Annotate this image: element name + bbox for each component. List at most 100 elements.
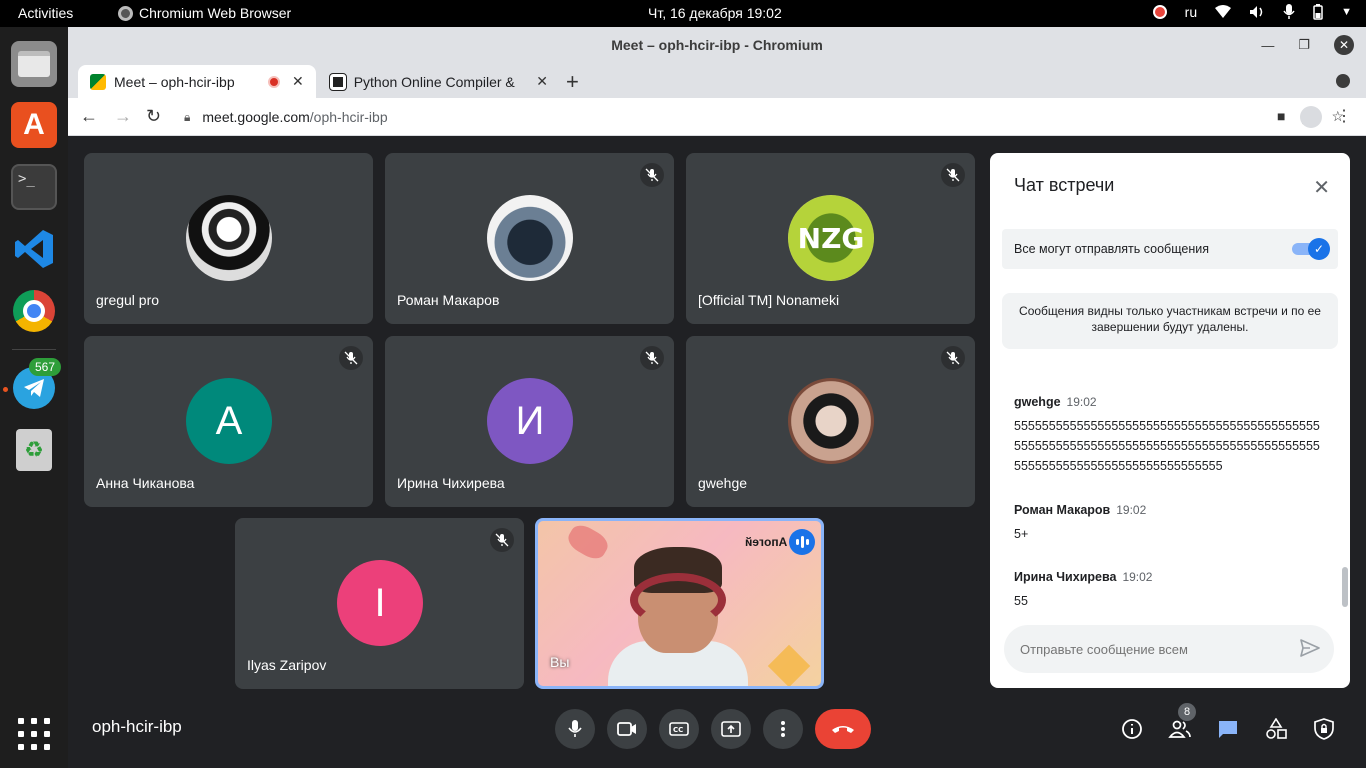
battery-icon: [1313, 4, 1323, 20]
self-video-tile[interactable]: Апогей Вы: [535, 518, 824, 689]
forward-icon[interactable]: →: [114, 106, 132, 127]
window-title: Meet – oph-hcir-ibp - Chromium: [611, 37, 823, 53]
participant-name: [Official TM] Nonameki: [698, 292, 840, 308]
message-author: Ирина Чихирева: [1014, 570, 1117, 584]
participant-tile[interactable]: gregul pro: [84, 153, 373, 324]
minimize-button[interactable]: —: [1261, 38, 1274, 53]
info-icon: [1122, 719, 1142, 739]
message-text: 5+: [1014, 527, 1029, 541]
chromium-icon: [118, 5, 133, 21]
browser-toolbar: ← → ↻ 🔒︎ meet.google.com /oph-hcir-ibp ■…: [68, 98, 1366, 136]
show-applications-icon[interactable]: [18, 718, 50, 750]
chat-button[interactable]: [1214, 715, 1242, 743]
chromium-dock-icon[interactable]: [11, 288, 57, 334]
self-label: Вы: [550, 654, 570, 670]
maximize-button[interactable]: ❐: [1298, 37, 1310, 53]
participants-button[interactable]: 8: [1166, 703, 1196, 743]
chat-message: Ирина Чихирева 19:02 55: [1014, 568, 1326, 611]
chat-notice: Сообщения видны только участникам встреч…: [1002, 293, 1338, 349]
participant-avatar: И: [487, 378, 573, 464]
participant-tile[interactable]: И Ирина Чихирева: [385, 336, 674, 507]
more-options-button[interactable]: [763, 709, 803, 749]
participant-tile[interactable]: I Ilyas Zaripov: [235, 518, 524, 689]
profile-avatar[interactable]: [1300, 106, 1322, 128]
captions-button[interactable]: CC: [659, 709, 699, 749]
reload-icon[interactable]: ↻: [146, 106, 161, 127]
activities-button[interactable]: Activities: [18, 5, 73, 21]
back-icon[interactable]: ←: [80, 106, 98, 127]
participant-name: Ирина Чихирева: [397, 475, 505, 491]
participant-avatar: [788, 378, 874, 464]
chat-message: gwehge 19:02 5555555555555555555555555555…: [1014, 393, 1326, 476]
leave-call-button[interactable]: [815, 709, 871, 749]
language-indicator[interactable]: ru: [1185, 4, 1197, 20]
terminal-icon[interactable]: >_: [11, 164, 57, 210]
system-tray[interactable]: ru ▼: [1152, 4, 1352, 20]
present-screen-button[interactable]: [711, 709, 751, 749]
message-time: 19:02: [1122, 570, 1153, 584]
present-to-all-icon: [721, 721, 741, 737]
participant-name: gwehge: [698, 475, 748, 491]
participant-tile[interactable]: Роман Макаров: [385, 153, 674, 324]
tab-close-icon[interactable]: ✕: [536, 73, 548, 90]
videocam-icon: [617, 722, 636, 736]
tab-meet[interactable]: Meet – oph-hcir-ibp ✕: [78, 65, 316, 98]
check-icon: ✓: [1308, 238, 1330, 260]
svg-text:CC: CC: [673, 726, 683, 734]
url-host: meet.google.com: [202, 109, 310, 125]
message-text: 55: [1014, 594, 1028, 608]
chat-permission-toggle[interactable]: ✓: [1292, 238, 1330, 260]
trash-icon[interactable]: ♻: [11, 427, 57, 473]
app-menu[interactable]: Chromium Web Browser: [118, 5, 291, 21]
browser-menu-icon[interactable]: ⋮: [1336, 106, 1352, 126]
host-controls-button[interactable]: [1310, 715, 1338, 743]
participant-tile[interactable]: А Анна Чиканова: [84, 336, 373, 507]
chat-message-input[interactable]: [1020, 641, 1280, 657]
screen-record-icon[interactable]: [1152, 5, 1167, 19]
chat-title: Чат встречи: [1014, 175, 1115, 195]
participant-tile[interactable]: gwehge: [686, 336, 975, 507]
tab-python-compiler[interactable]: Python Online Compiler & ✕: [318, 65, 548, 98]
activities-button-meet[interactable]: [1262, 715, 1290, 743]
people-icon: [1168, 720, 1191, 738]
new-tab-button[interactable]: +: [566, 69, 579, 95]
lock-icon[interactable]: 🔒︎: [184, 110, 190, 125]
chat-panel: Чат встречи ✕ Все могут отправлять сообщ…: [990, 153, 1350, 688]
software-store-icon[interactable]: A: [11, 102, 57, 148]
url-path: /oph-hcir-ibp: [309, 109, 388, 125]
headphones: [630, 573, 726, 627]
address-bar[interactable]: 🔒︎ meet.google.com /oph-hcir-ibp ■ 文 ☆: [174, 102, 1348, 132]
chat-scrollbar[interactable]: [1342, 567, 1348, 607]
chat-input-box: [1004, 625, 1334, 673]
mic-off-icon: [941, 163, 965, 187]
message-text: 5555555555555555555555555555555555555555…: [1014, 419, 1320, 473]
vscode-icon[interactable]: [11, 226, 57, 272]
window-close-button[interactable]: ✕: [1334, 35, 1354, 55]
chat-permission-label: Все могут отправлять сообщения: [1014, 242, 1209, 256]
clock[interactable]: Чт, 16 декабря 19:02: [648, 5, 782, 21]
message-author: Роман Макаров: [1014, 503, 1111, 517]
meeting-info-button[interactable]: [1118, 715, 1146, 743]
participant-avatar: [487, 195, 573, 281]
meeting-code: oph-hcir-ibp: [92, 717, 182, 736]
tab-close-icon[interactable]: ✕: [292, 73, 304, 90]
volume-icon: [1250, 6, 1263, 18]
power-menu-icon[interactable]: ▼: [1341, 6, 1352, 18]
background-decoration: [767, 644, 811, 686]
microphone-button[interactable]: [555, 709, 595, 749]
send-icon[interactable]: [1300, 639, 1320, 662]
chat-message: Роман Макаров 19:02 5+: [1014, 501, 1326, 544]
participant-name: Ilyas Zaripov: [247, 657, 327, 673]
files-app-icon[interactable]: [11, 41, 57, 87]
close-chat-icon[interactable]: ✕: [1313, 175, 1330, 200]
telegram-unread-badge: 567: [29, 358, 62, 376]
tab-search-icon[interactable]: [1336, 74, 1350, 88]
camera-in-use-icon[interactable]: ■: [1277, 108, 1285, 128]
running-indicator: [3, 387, 8, 392]
message-time: 19:02: [1066, 395, 1097, 409]
participant-name: Роман Макаров: [397, 292, 500, 308]
participant-tile[interactable]: NZG [Official TM] Nonameki: [686, 153, 975, 324]
camera-button[interactable]: [607, 709, 647, 749]
telegram-icon[interactable]: 567: [11, 358, 62, 411]
mic-off-icon: [640, 163, 664, 187]
